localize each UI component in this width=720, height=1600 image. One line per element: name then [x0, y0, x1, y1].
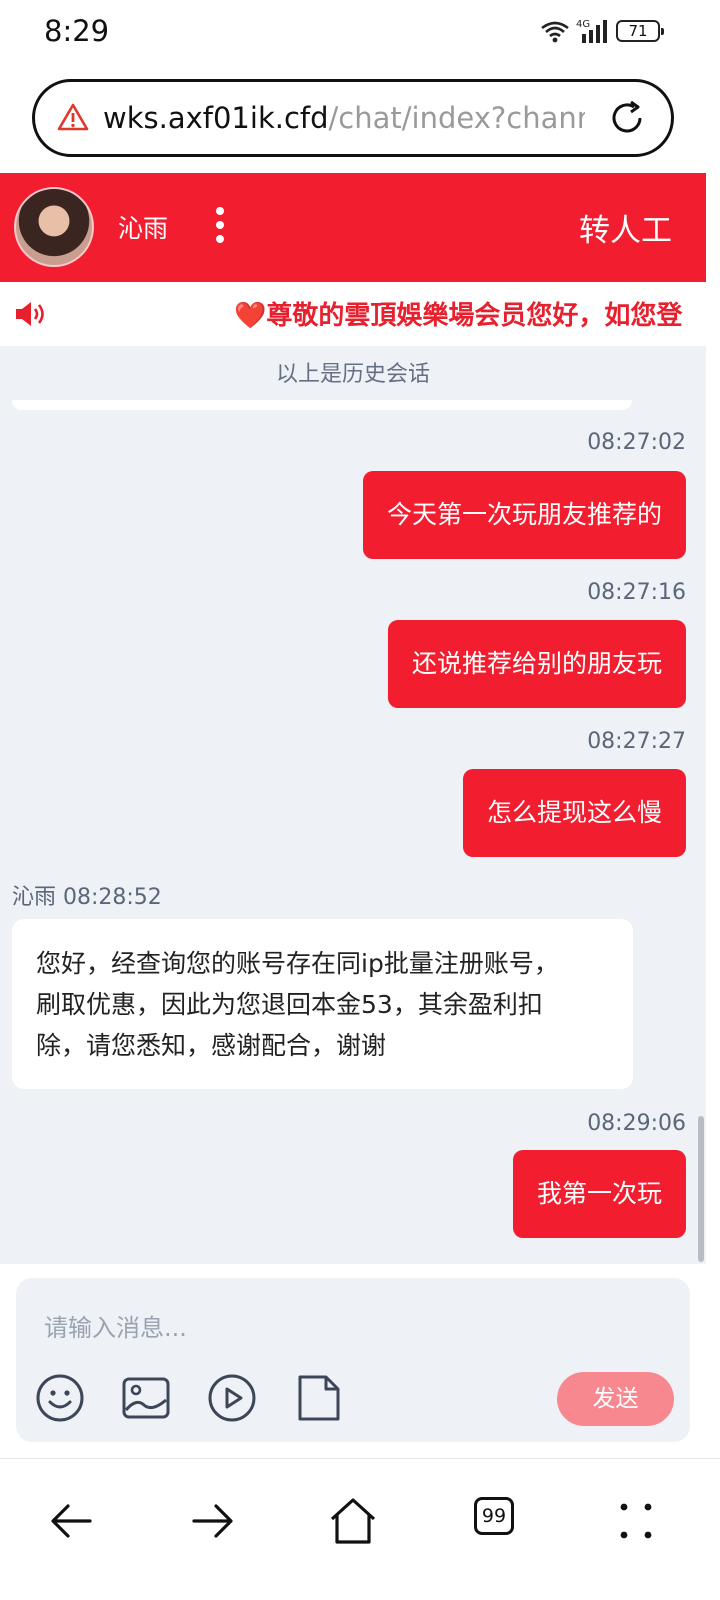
tabs-icon[interactable]: 99	[474, 1497, 530, 1553]
transfer-to-human-button[interactable]: 转人工	[579, 205, 672, 250]
video-icon[interactable]	[206, 1372, 258, 1424]
chat-scrollbar[interactable]	[698, 1116, 704, 1262]
message-timestamp: 08:29:06	[587, 1111, 686, 1136]
tab-count: 99	[474, 1497, 514, 1535]
network-type: 4G	[576, 19, 590, 30]
message-timestamp: 08:27:16	[587, 580, 686, 605]
back-arrow-icon[interactable]	[44, 1493, 100, 1549]
outgoing-message[interactable]: 还说推荐给别的朋友玩	[387, 620, 686, 708]
history-label: 以上是历史会话	[275, 362, 430, 387]
notice-bar: ❤️尊敬的雲頂娛樂場会员您好，如您登	[0, 282, 706, 346]
previous-message-edge	[12, 400, 632, 410]
chat-messages[interactable]: 以上是历史会话 08:27:02 今天第一次玩朋友推荐的 08:27:16 还说…	[0, 346, 706, 1264]
incoming-message-line: 您好，经查询您的账号存在同ip批量注册账号，	[36, 949, 559, 978]
url-path: /chat/index?chann	[328, 101, 585, 135]
battery-level: 71	[628, 22, 648, 40]
url-host: wks.axf01ik.cfd	[103, 101, 329, 135]
agent-avatar[interactable]	[14, 187, 94, 267]
notice-text: ❤️尊敬的雲頂娛樂場会员您好，如您登	[234, 301, 683, 331]
wifi-icon	[541, 21, 569, 43]
incoming-message[interactable]: 您好，经查询您的账号存在同ip批量注册账号， 刷取优惠，因此为您退回本金53，其…	[12, 919, 633, 1089]
chat-header: 沁雨 转人工	[0, 173, 706, 282]
browser-bottom-nav: 99	[0, 1458, 720, 1600]
forward-arrow-icon[interactable]	[184, 1493, 240, 1549]
outgoing-message[interactable]: 怎么提现这么慢	[462, 769, 686, 857]
status-time: 8:29	[44, 14, 110, 48]
send-button[interactable]: 发送	[557, 1372, 674, 1426]
incoming-message-line: 除，请您悉知，感谢配合，谢谢	[36, 1031, 387, 1060]
url-text[interactable]: wks.axf01ik.cfd/chat/index?chann	[103, 100, 585, 136]
message-composer: 发送	[16, 1278, 690, 1442]
status-icons: 4G 71	[540, 18, 664, 44]
file-icon[interactable]	[292, 1372, 344, 1424]
agent-name: 沁雨	[118, 214, 169, 243]
home-icon[interactable]	[325, 1493, 381, 1549]
reload-icon[interactable]	[607, 98, 647, 138]
incoming-message-line: 刷取优惠，因此为您退回本金53，其余盈利扣	[36, 990, 543, 1019]
composer-area: 发送	[0, 1264, 706, 1458]
image-icon[interactable]	[120, 1372, 172, 1424]
outgoing-message[interactable]: 今天第一次玩朋友推荐的	[362, 471, 686, 559]
warning-icon[interactable]	[57, 102, 89, 132]
battery-icon: 71	[616, 20, 664, 42]
menu-icon[interactable]	[608, 1493, 664, 1549]
incoming-sender-time: 沁雨 08:28:52	[12, 885, 162, 910]
message-timestamp: 08:27:02	[587, 430, 686, 455]
cellular-signal-icon: 4G	[576, 19, 607, 43]
phone-screen: 8:29 4G 71 wks.axf01ik.cfd/chat/index?ch…	[0, 0, 720, 1600]
status-bar: 8:29 4G 71	[0, 0, 720, 64]
speaker-icon	[16, 302, 44, 326]
outgoing-message[interactable]: 我第一次玩	[512, 1150, 686, 1238]
more-options-icon[interactable]	[212, 207, 228, 251]
address-bar[interactable]: wks.axf01ik.cfd/chat/index?chann	[32, 79, 674, 157]
message-timestamp: 08:27:27	[587, 729, 686, 754]
emoji-icon[interactable]	[34, 1372, 86, 1424]
message-input[interactable]	[44, 1310, 644, 1346]
